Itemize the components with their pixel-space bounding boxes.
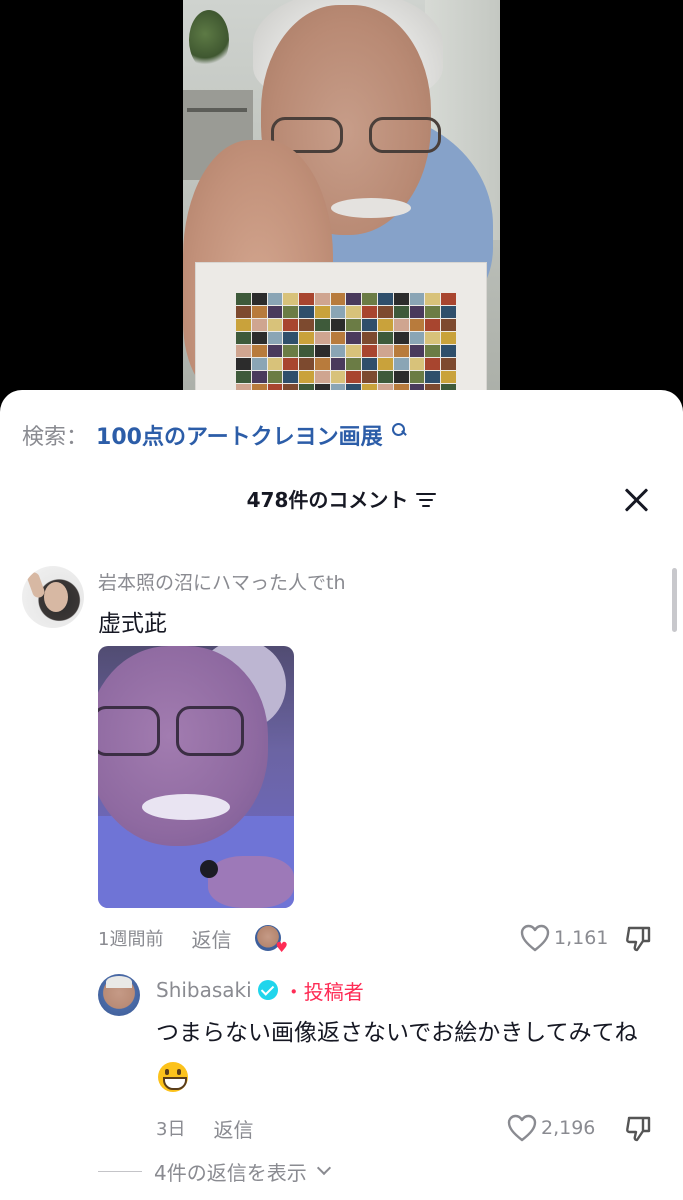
like-button[interactable]: 1,161 xyxy=(520,924,608,952)
dislike-icon[interactable] xyxy=(624,924,654,954)
search-term-link[interactable]: 100点のアートクレヨン画展 xyxy=(96,419,383,451)
filter-icon[interactable] xyxy=(416,493,437,507)
image-mustache xyxy=(142,794,230,820)
creator-liked-avatar: ♥ xyxy=(255,925,288,955)
mustache xyxy=(331,198,411,218)
heart-outline-icon xyxy=(520,924,550,952)
comment-time: 1週間前 xyxy=(98,929,164,950)
image-microphone xyxy=(200,860,218,878)
comment-text: 虚式茈 xyxy=(98,611,167,637)
scrollbar[interactable] xyxy=(672,568,677,632)
video-frame xyxy=(183,0,500,420)
heart-icon: ♥ xyxy=(275,940,289,956)
reply-text-container: つまらない画像返さないでお絵かきしてみてね xyxy=(156,1010,656,1102)
view-replies-label: 4件の返信を表示 xyxy=(154,1160,307,1185)
comment-image[interactable] xyxy=(98,646,294,908)
like-count: 2,196 xyxy=(541,1117,596,1139)
dislike-icon[interactable] xyxy=(624,1114,654,1144)
grinning-face-icon xyxy=(158,1062,188,1092)
search-suggestion[interactable]: 検索： 100点のアートクレヨン画展 xyxy=(22,418,409,452)
video-player[interactable] xyxy=(0,0,683,420)
image-hands xyxy=(208,856,294,908)
glasses xyxy=(271,117,441,153)
chevron-down-icon xyxy=(316,1160,331,1176)
view-replies-button[interactable]: 4件の返信を表示 xyxy=(98,1156,331,1186)
comment-username[interactable]: 岩本照の沼にハマった人でth xyxy=(98,568,346,595)
image-glasses xyxy=(98,706,258,760)
comments-sheet: 検索： 100点のアートクレヨン画展 478件のコメント 岩本照の沼にハマった人… xyxy=(0,390,683,1200)
like-button[interactable]: 2,196 xyxy=(507,1114,595,1142)
comment-meta: 1週間前 返信 ♥ xyxy=(98,924,288,955)
avatar[interactable] xyxy=(22,566,84,628)
reply-button[interactable]: 返信 xyxy=(191,924,231,953)
close-icon[interactable] xyxy=(623,486,651,514)
reply-meta: 3日 返信 xyxy=(156,1114,253,1142)
comments-header: 478件のコメント xyxy=(0,482,683,518)
reply-time: 3日 xyxy=(156,1119,186,1140)
heart-outline-icon xyxy=(507,1114,537,1142)
comments-count-title[interactable]: 478件のコメント xyxy=(247,482,437,518)
plant-decoration xyxy=(189,10,229,70)
creator-tag: ・投稿者 xyxy=(283,979,364,1004)
verified-icon xyxy=(257,980,278,1000)
search-prefix: 検索： xyxy=(22,425,89,450)
divider xyxy=(98,1170,142,1172)
reply-text: つまらない画像返さないでお絵かきしてみてね xyxy=(156,1020,638,1046)
reply-username[interactable]: Shibasaki xyxy=(156,978,252,1002)
reply-header: Shibasaki ・投稿者 xyxy=(156,976,364,1004)
comments-count-label: 478件のコメント xyxy=(246,488,409,512)
avatar[interactable] xyxy=(98,974,140,1016)
like-count: 1,161 xyxy=(554,927,609,949)
reply-button[interactable]: 返信 xyxy=(213,1114,253,1143)
search-icon xyxy=(389,420,409,440)
